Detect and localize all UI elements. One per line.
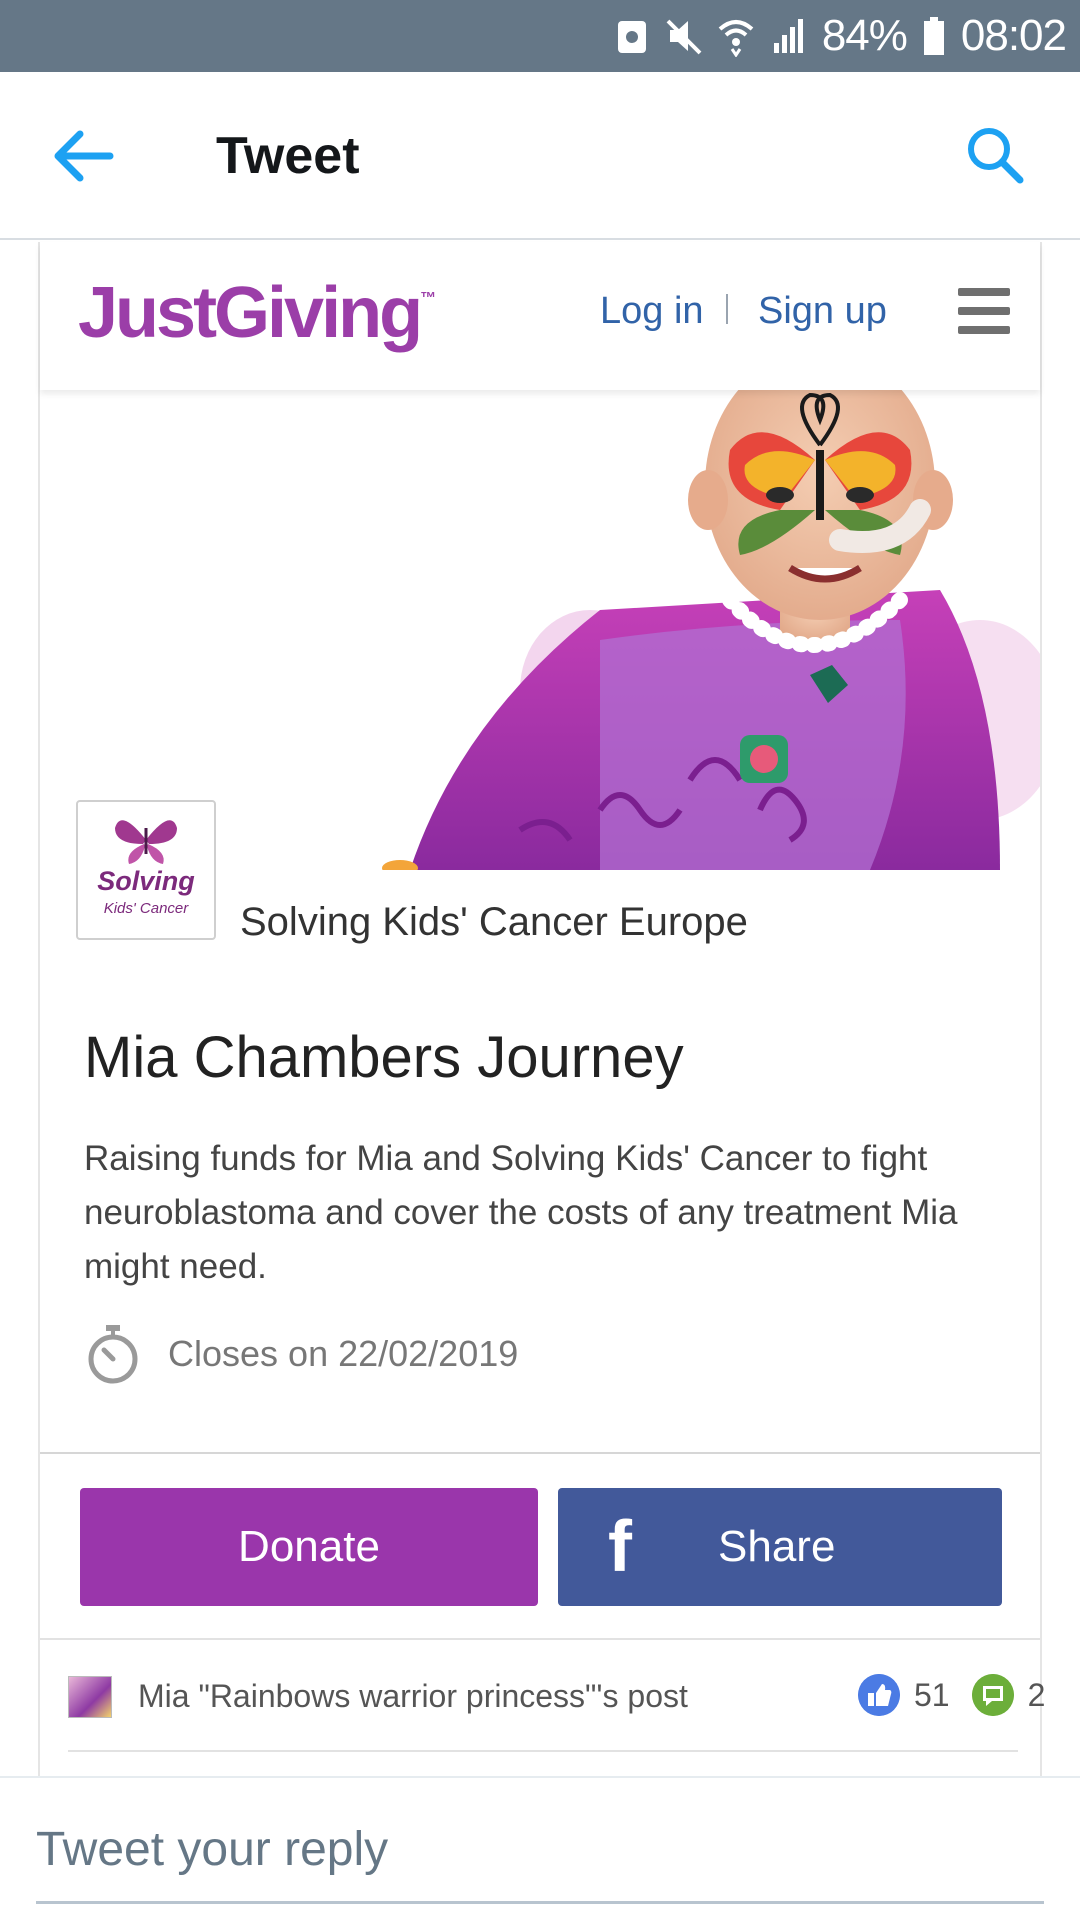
thumbs-up-icon (858, 1674, 900, 1716)
status-icons: 84% 08:02 (614, 0, 1067, 72)
stopwatch-icon (88, 1325, 138, 1384)
post-title[interactable]: Mia "Rainbows warrior princess"'s post (138, 1678, 688, 1715)
divider (40, 1452, 1040, 1454)
reply-bar: Tweet your reply (0, 1776, 1080, 1920)
back-arrow-icon[interactable] (52, 128, 116, 184)
comment-icon (971, 1674, 1014, 1716)
mute-icon (666, 19, 702, 55)
divider (40, 1638, 1040, 1640)
closing-date-text: Closes on 22/02/2019 (168, 1333, 519, 1374)
app-header: Tweet (0, 72, 1080, 240)
post-reactions: 51 2 (858, 1674, 1045, 1716)
divider (68, 1750, 1018, 1752)
justgiving-header: JustGiving™ Log in Sign up (40, 242, 1040, 390)
search-icon[interactable] (964, 124, 1026, 186)
link-preview-card[interactable]: JustGiving™ Log in Sign up Solving Kids'… (38, 242, 1045, 1776)
login-link[interactable]: Log in (600, 290, 704, 333)
closing-date: Closes on 22/02/2019 (84, 1324, 518, 1384)
post-thumbnail (68, 1676, 112, 1718)
facebook-share-button[interactable]: f Share (558, 1488, 1002, 1606)
charity-logo[interactable]: Solving Kids' Cancer (76, 800, 216, 940)
like-count: 51 (914, 1676, 950, 1713)
battery-percent: 84% (821, 11, 908, 60)
justgiving-logo[interactable]: JustGiving™ (78, 272, 436, 354)
status-bar: 84% 08:02 (0, 0, 1080, 72)
clock: 08:02 (960, 11, 1067, 60)
campaign-hero-image (40, 390, 1040, 870)
signal-icon (773, 19, 803, 53)
page-title: Tweet (216, 127, 360, 185)
hamburger-menu-icon[interactable] (958, 288, 1010, 334)
facebook-icon: f (608, 1507, 632, 1587)
butterfly-icon (115, 820, 177, 864)
lock-screen-icon (617, 21, 646, 53)
battery-icon (923, 17, 944, 55)
donate-label: Donate (238, 1522, 380, 1571)
facebook-post-row[interactable]: Mia "Rainbows warrior princess"'s post 5… (68, 1672, 1045, 1722)
charity-name[interactable]: Solving Kids' Cancer Europe (240, 900, 748, 945)
charity-logo-line1: Solving (97, 866, 195, 896)
donate-button[interactable]: Donate (80, 1488, 538, 1606)
comment-count: 2 (1027, 1676, 1046, 1713)
wifi-icon (718, 20, 754, 57)
share-label: Share (718, 1522, 836, 1571)
logo-text: JustGiving (78, 273, 423, 353)
reply-input[interactable]: Tweet your reply (36, 1818, 1044, 1904)
nav-separator (726, 294, 728, 324)
campaign-description: Raising funds for Mia and Solving Kids' … (84, 1139, 958, 1286)
charity-logo-line2: Kids' Cancer (103, 900, 189, 917)
trademark-mark: ™ (420, 290, 437, 307)
campaign-title[interactable]: Mia Chambers Journey (84, 1024, 684, 1091)
signup-link[interactable]: Sign up (758, 290, 887, 333)
